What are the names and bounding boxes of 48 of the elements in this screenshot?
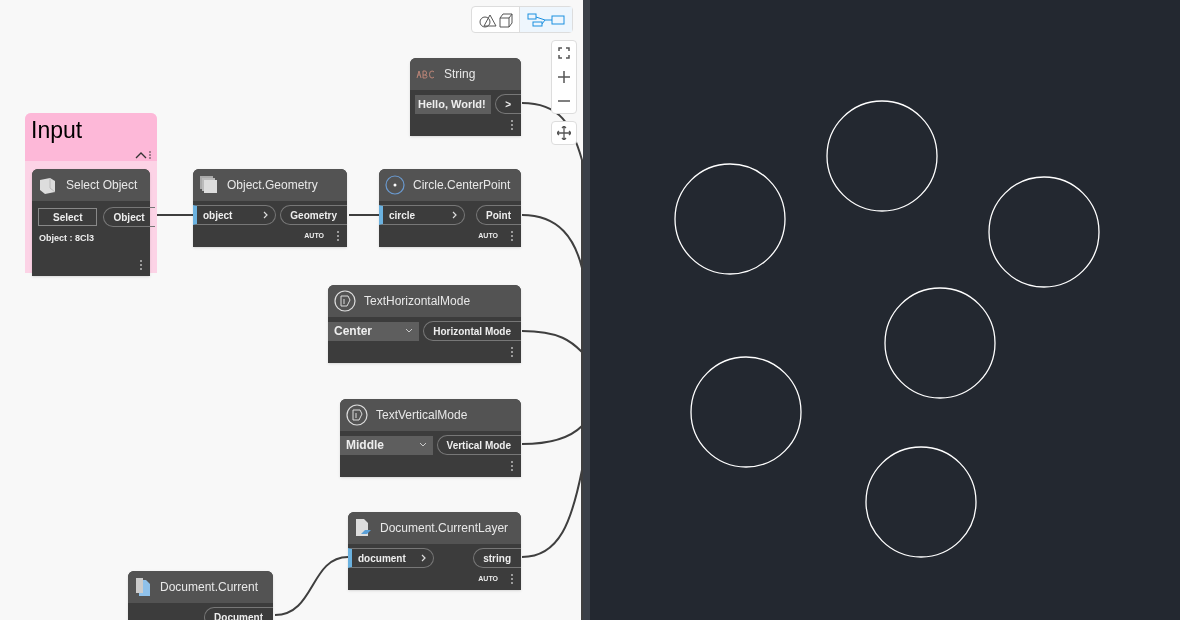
dropdown-field[interactable]: Middle [340,435,433,455]
graph-icon [527,12,565,27]
text-mode-icon [346,404,368,426]
chevron-right-icon [263,211,270,219]
dropdown-value: Middle [346,437,384,454]
more-icon [510,346,514,358]
node-title: Circle.CenterPoint [413,177,511,194]
chevron-down-icon [405,328,414,334]
cube-icon [38,175,58,195]
abc-icon [416,69,436,79]
node-title: TextVerticalMode [376,407,468,424]
node-title: Document.Current [160,579,259,596]
graph-view-button[interactable] [520,7,572,32]
fit-view-icon [558,47,570,59]
move-icon [557,126,571,140]
stacked-squares-icon [199,175,219,195]
chevron-right-icon [452,211,458,219]
more-icon [336,230,340,242]
more-icon [510,119,514,131]
dropdown-value: Center [334,323,372,340]
document-layer-icon [354,518,372,538]
node-title: Object.Geometry [227,177,318,194]
more-icon [510,460,514,472]
object-id-text: Object : 8Cl3 [38,232,95,245]
collapse-icon[interactable] [135,149,151,161]
pan-button[interactable] [551,121,577,145]
more-icon [510,230,514,242]
plus-icon [558,71,570,83]
node-title: Document.CurrentLayer [380,520,509,537]
wire [348,214,380,216]
node-title: String [444,66,476,83]
more-icon [139,258,143,271]
port-label: circle [389,208,416,223]
chevron-down-icon [418,442,427,448]
node-title: Select Object [66,177,138,194]
text-input-field[interactable]: Hello, World! [415,94,491,114]
port-label: object [203,208,233,223]
text-mode-icon [334,290,356,312]
port-label: document [358,551,406,566]
circle-point-icon [385,175,405,195]
node-title: TextHorizontalMode [364,293,471,310]
select-button[interactable]: Select [38,208,98,226]
document-icon [134,577,152,597]
chevron-right-icon [421,554,427,562]
dropdown-field[interactable]: Center [328,321,420,341]
more-icon [510,573,514,585]
shapes-icon [477,11,514,28]
group-title: Input [31,116,83,145]
